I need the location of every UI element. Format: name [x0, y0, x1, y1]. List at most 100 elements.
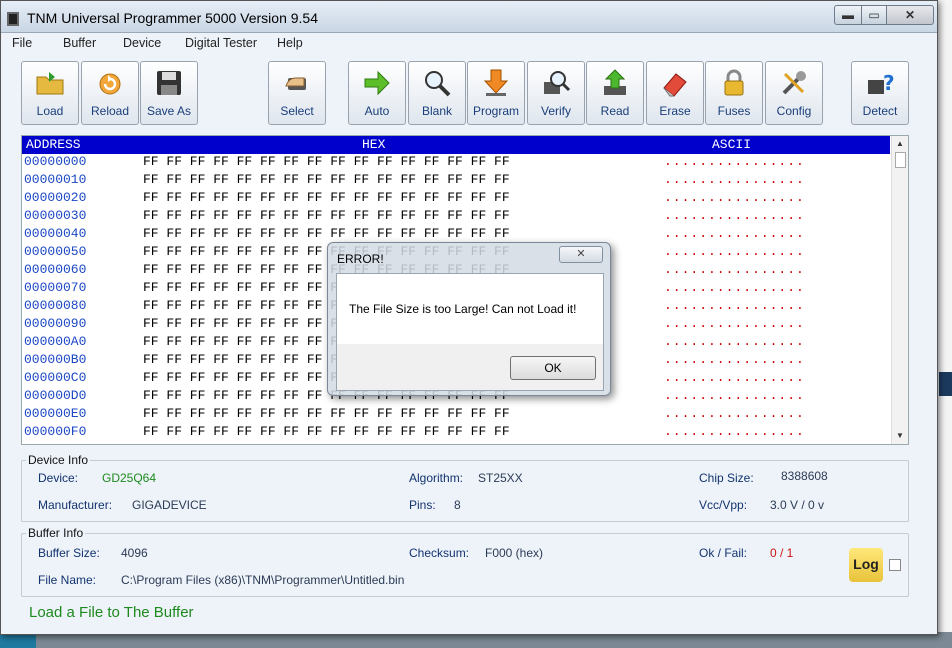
- save-as-button[interactable]: Save As: [140, 61, 198, 125]
- file-name-label: File Name:: [38, 573, 97, 587]
- row-address: 000000F0: [24, 424, 87, 439]
- select-label: Select: [280, 104, 314, 118]
- row-ascii: ................: [664, 370, 805, 385]
- select-button[interactable]: Select: [268, 61, 326, 125]
- dialog-close-button[interactable]: ✕: [559, 246, 603, 263]
- download-arrow-icon: [483, 69, 509, 96]
- device-info-title: Device Info: [26, 453, 91, 467]
- reload-button[interactable]: Reload: [81, 61, 139, 125]
- hex-scrollbar[interactable]: ▲ ▼: [891, 136, 908, 444]
- ok-fail-label: Ok / Fail:: [699, 546, 748, 560]
- row-ascii: ................: [664, 172, 805, 187]
- row-address: 00000040: [24, 226, 87, 241]
- minimize-button[interactable]: ▬: [834, 5, 862, 25]
- menu-digital-tester[interactable]: Digital Tester: [185, 36, 257, 50]
- close-button[interactable]: ✕: [886, 5, 934, 25]
- algorithm-label: Algorithm:: [409, 471, 464, 485]
- row-ascii: ................: [664, 388, 805, 403]
- app-icon: [7, 12, 19, 26]
- row-address: 000000C0: [24, 370, 87, 385]
- reload-icon: [99, 73, 121, 95]
- title-bar[interactable]: TNM Universal Programmer 5000 Version 9.…: [1, 1, 937, 33]
- chip-question-icon: ?: [868, 71, 895, 95]
- header-address: ADDRESS: [26, 137, 81, 152]
- read-label: Read: [600, 104, 630, 118]
- auto-label: Auto: [364, 104, 390, 118]
- upload-arrow-icon: [604, 69, 626, 95]
- row-bytes: FF FF FF FF FF FF FF FF FF FF FF FF FF F…: [143, 172, 510, 187]
- scroll-down-icon[interactable]: ▼: [896, 431, 904, 440]
- checksum-label: Checksum:: [409, 546, 470, 560]
- detect-button[interactable]: ? Detect: [851, 61, 909, 125]
- fuses-button[interactable]: Fuses: [705, 61, 763, 125]
- row-address: 00000050: [24, 244, 87, 259]
- status-message: Load a File to The Buffer: [29, 604, 194, 621]
- program-button[interactable]: Program: [467, 61, 525, 125]
- padlock-icon: [724, 69, 744, 96]
- pins-value: 8: [454, 498, 461, 512]
- row-address: 00000060: [24, 262, 87, 277]
- tools-icon: [782, 71, 806, 95]
- pins-label: Pins:: [409, 498, 436, 512]
- buffer-size-label: Buffer Size:: [38, 546, 100, 560]
- auto-button[interactable]: Auto: [348, 61, 406, 125]
- row-address: 000000E0: [24, 406, 87, 421]
- algorithm-value: ST25XX: [478, 471, 523, 485]
- menu-buffer[interactable]: Buffer: [63, 36, 96, 50]
- verify-magnifier-icon: [544, 71, 571, 94]
- row-ascii: ................: [664, 316, 805, 331]
- device-info-group: Device Info Device: GD25Q64 Algorithm: S…: [21, 453, 909, 522]
- maximize-button[interactable]: ▭: [861, 5, 887, 25]
- reload-label: Reload: [90, 104, 130, 118]
- row-ascii: ................: [664, 280, 805, 295]
- row-bytes: FF FF FF FF FF FF FF FF FF FF FF FF FF F…: [143, 190, 510, 205]
- row-ascii: ................: [664, 244, 805, 259]
- menu-device[interactable]: Device: [123, 36, 161, 50]
- log-button[interactable]: Log: [849, 548, 883, 582]
- error-dialog: ERROR! ✕ The File Size is too Large! Can…: [327, 242, 611, 396]
- row-bytes: FF FF FF FF FF FF FF FF FF FF FF FF FF F…: [143, 226, 510, 241]
- read-button[interactable]: Read: [586, 61, 644, 125]
- blank-button[interactable]: Blank: [408, 61, 466, 125]
- ok-button[interactable]: OK: [510, 356, 596, 380]
- manufacturer-label: Manufacturer:: [38, 498, 113, 512]
- scroll-thumb[interactable]: [895, 152, 906, 168]
- buffer-info-title: Buffer Info: [26, 526, 86, 540]
- file-name-value: C:\Program Files (x86)\TNM\Programmer\Un…: [121, 573, 405, 587]
- menu-file[interactable]: File: [12, 36, 32, 50]
- load-button[interactable]: Load: [21, 61, 79, 125]
- hand-pointer-icon: [285, 77, 306, 90]
- row-ascii: ................: [664, 298, 805, 313]
- chip-size-label: Chip Size:: [699, 471, 754, 485]
- dialog-body: The File Size is too Large! Can not Load…: [336, 273, 604, 391]
- detect-label: Detect: [862, 104, 898, 118]
- row-address: 00000030: [24, 208, 87, 223]
- svg-text:?: ?: [883, 71, 895, 95]
- hex-header: ADDRESS HEX ASCII: [22, 136, 890, 154]
- row-ascii: ................: [664, 406, 805, 421]
- erase-label: Erase: [659, 104, 691, 118]
- row-ascii: ................: [664, 226, 805, 241]
- buffer-size-value: 4096: [121, 546, 148, 560]
- row-address: 00000080: [24, 298, 87, 313]
- green-arrow-icon: [364, 70, 390, 96]
- config-button[interactable]: Config: [765, 61, 823, 125]
- scroll-up-icon[interactable]: ▲: [896, 139, 904, 148]
- erase-button[interactable]: Erase: [646, 61, 704, 125]
- header-ascii: ASCII: [712, 137, 752, 152]
- checksum-value: F000 (hex): [485, 546, 544, 560]
- row-bytes: FF FF FF FF FF FF FF FF FF FF FF FF FF F…: [143, 424, 510, 439]
- row-bytes: FF FF FF FF FF FF FF FF FF FF FF FF FF F…: [143, 208, 510, 223]
- dialog-message: The File Size is too Large! Can not Load…: [349, 302, 577, 316]
- dialog-title: ERROR!: [337, 252, 384, 266]
- desktop-background-right: [936, 0, 952, 648]
- row-ascii: ................: [664, 190, 805, 205]
- row-ascii: ................: [664, 208, 805, 223]
- menu-help[interactable]: Help: [277, 36, 303, 50]
- log-checkbox[interactable]: [889, 559, 901, 571]
- vcc-label: Vcc/Vpp:: [699, 498, 748, 512]
- chip-size-value: 8388608: [781, 469, 828, 483]
- verify-button[interactable]: Verify: [527, 61, 585, 125]
- programmer-window: TNM Universal Programmer 5000 Version 9.…: [0, 0, 938, 635]
- config-label: Config: [776, 104, 812, 118]
